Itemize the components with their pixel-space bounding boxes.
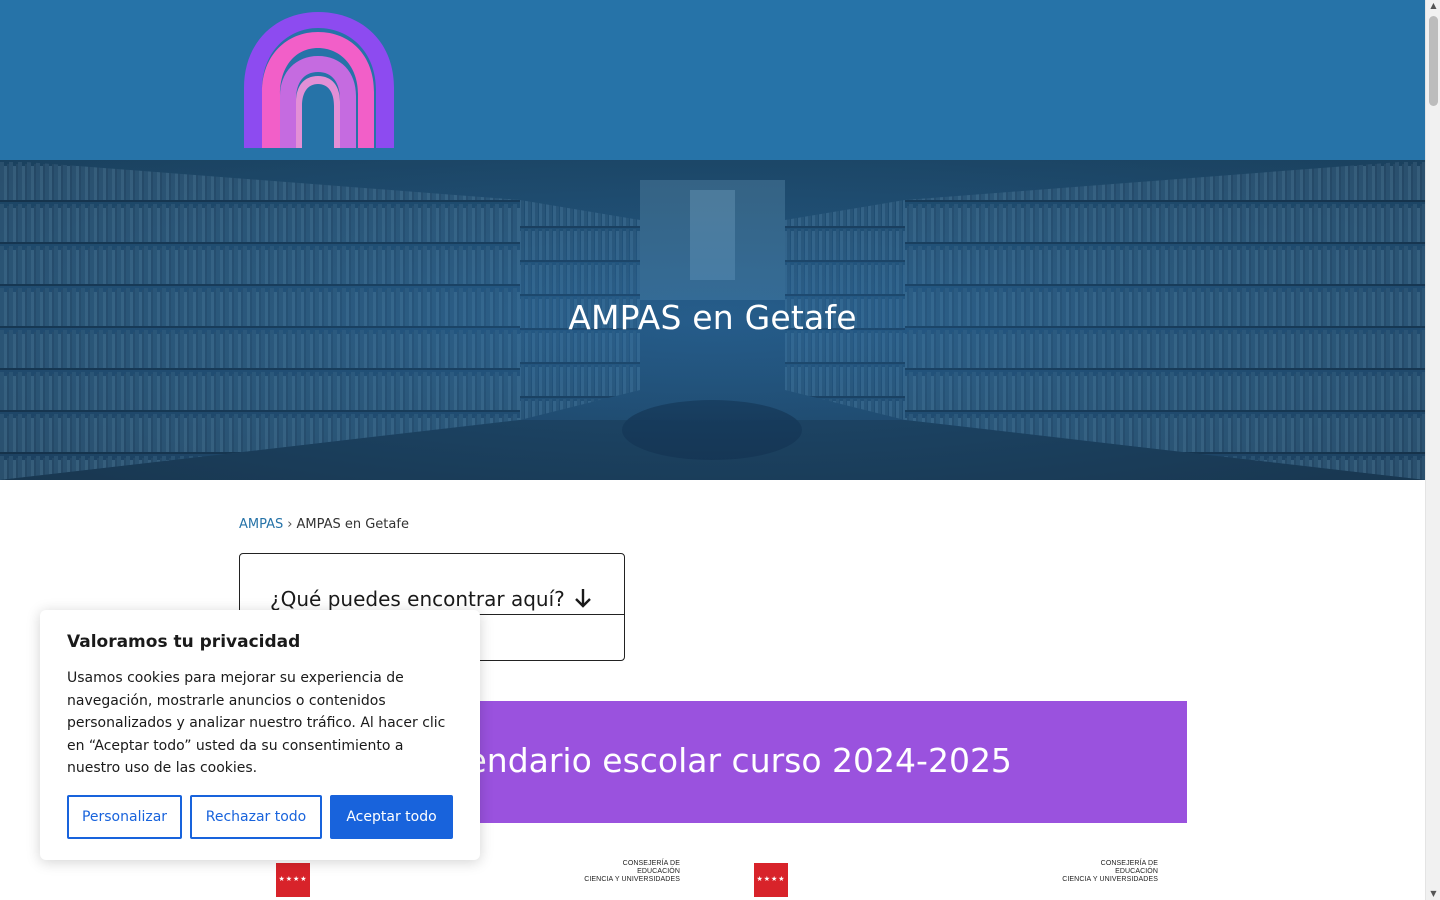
hero-banner: AMPAS en Getafe (0, 160, 1425, 480)
arrow-down-icon[interactable] (573, 587, 593, 609)
site-header (0, 0, 1425, 160)
page-title: AMPAS en Getafe (568, 298, 857, 337)
cookie-description: Usamos cookies para mejorar su experienc… (67, 670, 446, 776)
toc-toggle[interactable]: ¿Qué puedes encontrar aquí? (240, 554, 624, 615)
breadcrumb: AMPAS › AMPAS en Getafe (239, 517, 409, 532)
reject-all-button[interactable]: Rechazar todo (190, 795, 322, 839)
comunidad-madrid-flag-logo: ★★★★ (754, 863, 788, 897)
breadcrumb-link-ampas[interactable]: AMPAS (239, 517, 283, 532)
customize-button[interactable]: Personalizar (67, 795, 182, 839)
accept-all-button[interactable]: Aceptar todo (330, 795, 453, 839)
rainbow-logo[interactable] (240, 10, 400, 152)
page-scrollbar[interactable]: ▲ ▼ (1425, 0, 1440, 900)
comunidad-madrid-flag-logo: ★★★★ (276, 863, 310, 897)
breadcrumb-current: AMPAS en Getafe (296, 517, 409, 532)
scroll-down-arrow-icon[interactable]: ▼ (1429, 890, 1438, 898)
scroll-up-arrow-icon[interactable]: ▲ (1429, 2, 1438, 10)
cookie-title: Valoramos tu privacidad (67, 632, 301, 652)
cookie-consent-panel: Valoramos tu privacidad Usamos cookies p… (40, 610, 480, 860)
breadcrumb-separator: › (287, 517, 293, 532)
toc-title: ¿Qué puedes encontrar aquí? (270, 587, 565, 611)
ministry-logo-text: CONSEJERÍA DE EDUCACIÓN CIENCIA Y UNIVER… (1062, 860, 1158, 883)
scrollbar-thumb[interactable] (1429, 16, 1438, 106)
ministry-logo-text: CONSEJERÍA DE EDUCACIÓN CIENCIA Y UNIVER… (584, 860, 680, 883)
